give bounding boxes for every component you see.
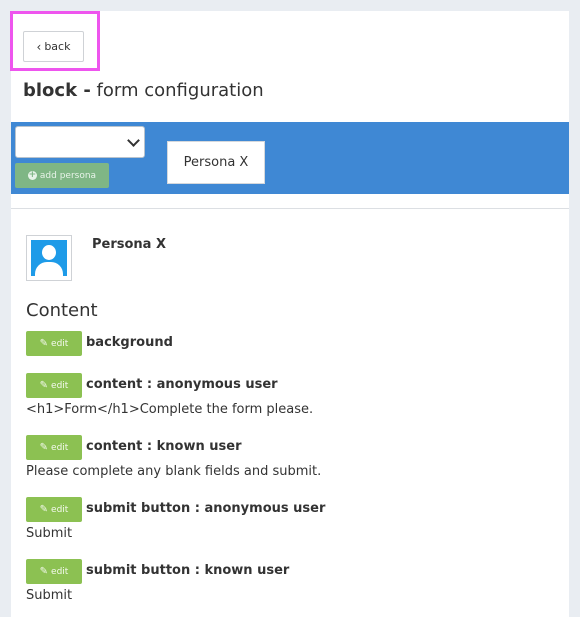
- persona-name: Persona X: [92, 237, 167, 252]
- edit-label: edit: [51, 566, 69, 577]
- item-label: submit button : anonymous user: [86, 501, 326, 516]
- divider: [11, 208, 569, 209]
- edit-icon: ✎: [39, 442, 49, 453]
- edit-button[interactable]: ✎ edit: [26, 331, 82, 356]
- page-title-rest: form configuration: [96, 80, 264, 101]
- page-title-bold: block -: [23, 80, 91, 101]
- chevron-down-icon: [127, 134, 140, 147]
- edit-label: edit: [51, 380, 69, 391]
- edit-icon: ✎: [39, 380, 49, 391]
- avatar: [26, 235, 72, 281]
- item-label: content : known user: [86, 439, 242, 454]
- add-persona-button[interactable]: + add persona: [15, 163, 109, 188]
- persona-select[interactable]: [15, 126, 145, 158]
- edit-icon: ✎: [39, 504, 49, 515]
- edit-button[interactable]: ✎ edit: [26, 373, 82, 398]
- edit-button[interactable]: ✎ edit: [26, 497, 82, 522]
- tab-label: Persona X: [183, 155, 249, 170]
- tab-persona-x[interactable]: Persona X: [167, 141, 265, 184]
- edit-button[interactable]: ✎ edit: [26, 559, 82, 584]
- item-label: background: [86, 335, 173, 350]
- content-heading: Content: [26, 300, 98, 321]
- item-label: submit button : known user: [86, 563, 290, 578]
- item-label: content : anonymous user: [86, 377, 278, 392]
- item-value: Please complete any blank fields and sub…: [26, 464, 322, 479]
- edit-button[interactable]: ✎ edit: [26, 435, 82, 460]
- add-persona-label: add persona: [39, 170, 97, 181]
- user-icon: [31, 240, 67, 276]
- item-value: <h1>Form</h1>Complete the form please.: [26, 402, 314, 417]
- item-value: Submit: [26, 588, 73, 603]
- edit-label: edit: [51, 442, 69, 453]
- highlight-box: [10, 11, 100, 71]
- item-value: Submit: [26, 526, 73, 541]
- page-title: block - form configuration: [23, 80, 264, 101]
- edit-label: edit: [51, 338, 69, 349]
- edit-icon: ✎: [39, 566, 49, 577]
- edit-icon: ✎: [39, 338, 49, 349]
- plus-icon: +: [27, 170, 37, 180]
- edit-label: edit: [51, 504, 69, 515]
